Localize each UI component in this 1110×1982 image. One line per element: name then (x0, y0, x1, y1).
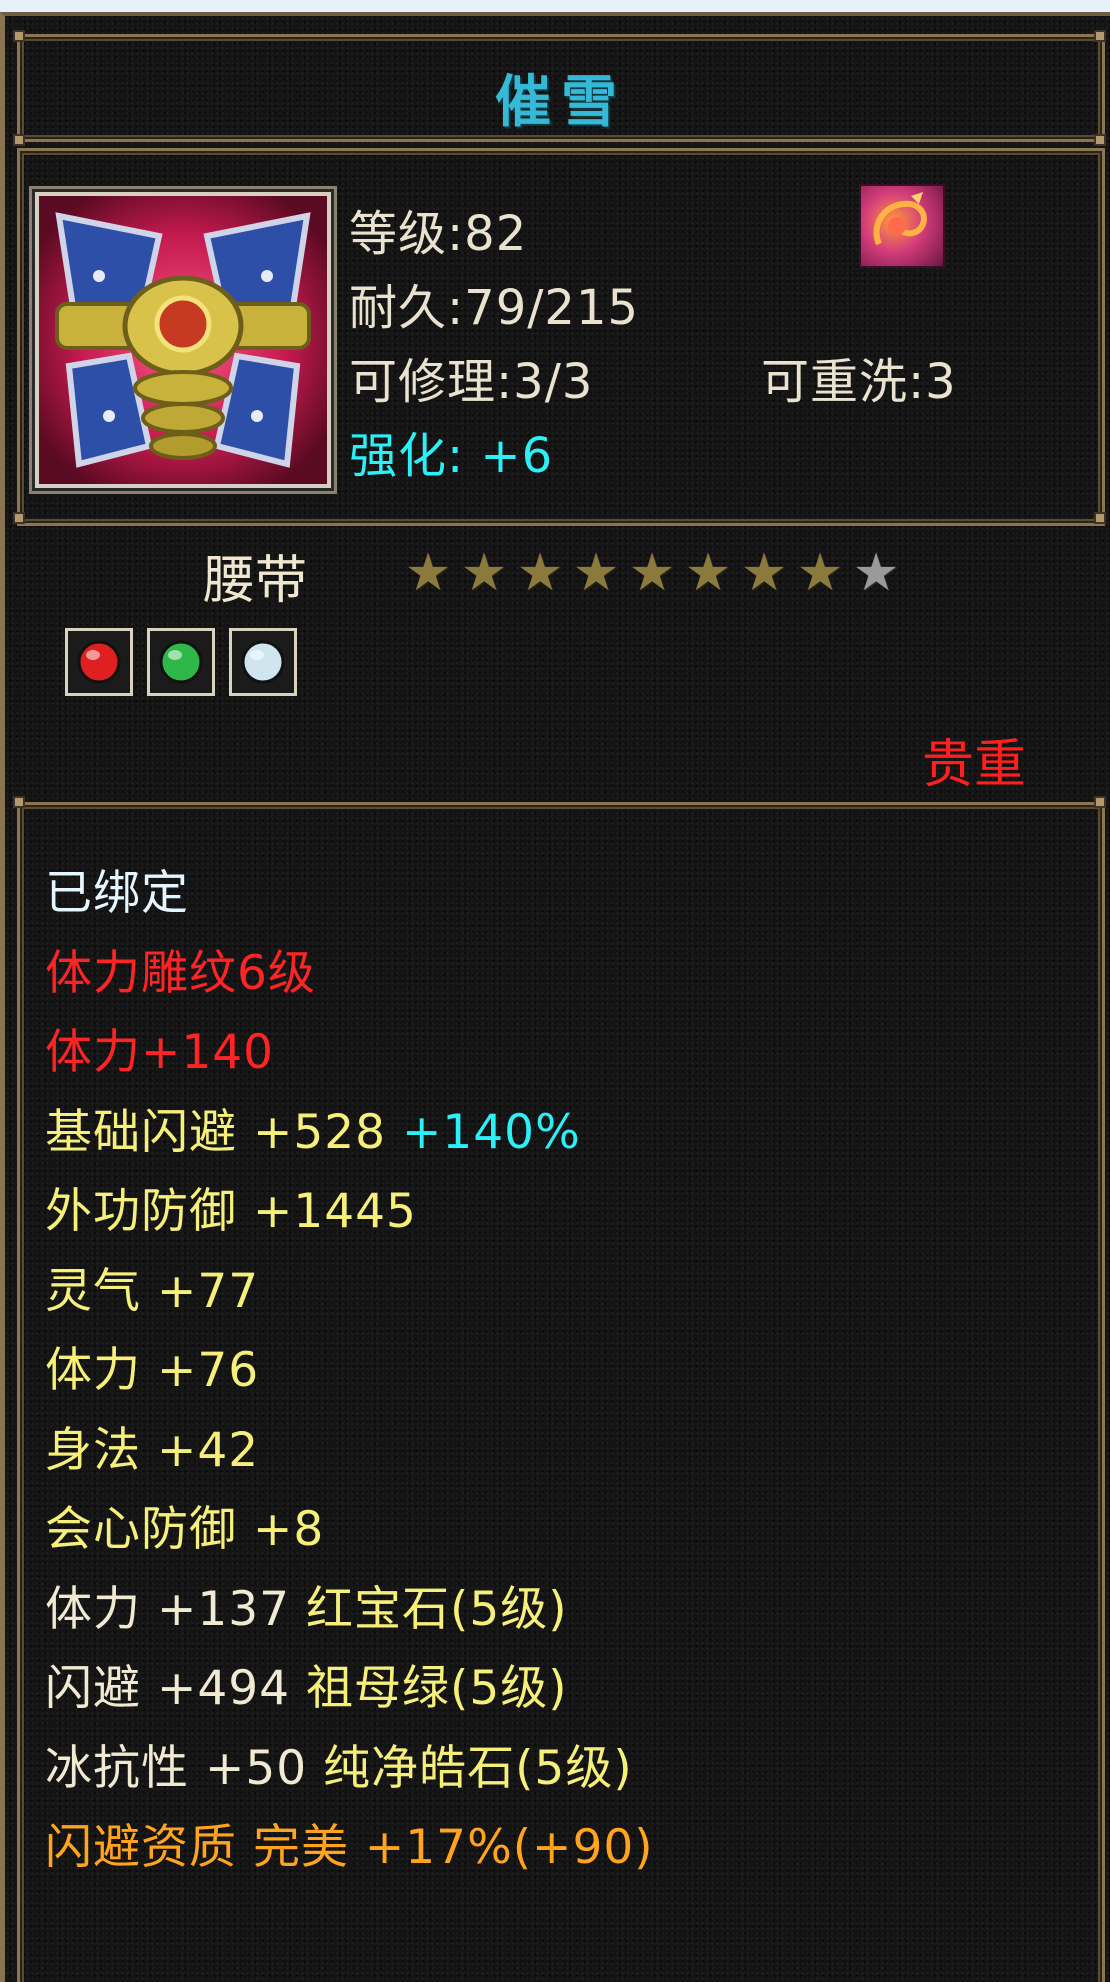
star-filled-icon: ★ (628, 543, 676, 603)
star-filled-icon: ★ (572, 543, 620, 603)
stat-text: 冰抗性 +50 (45, 1740, 324, 1796)
corner-ornament (1094, 796, 1106, 808)
stat-line: 体力 +137 红宝石(5级) (45, 1570, 654, 1650)
corner-ornament (1094, 512, 1106, 524)
stat-line: 身法 +42 (45, 1411, 654, 1491)
star-filled-icon: ★ (684, 543, 732, 603)
belt-item-icon (35, 192, 331, 488)
stat-text: 祖母绿(5级) (305, 1661, 568, 1716)
belt-icon (39, 196, 327, 484)
stat-line: 闪避资质 完美 +17%(+90) (45, 1808, 654, 1888)
stat-line: 体力+140 (45, 1013, 654, 1093)
stat-text: 灵气 +77 (45, 1263, 260, 1319)
stat-line: 已绑定 (45, 854, 654, 934)
corner-ornament (13, 134, 25, 146)
star-filled-icon: ★ (740, 543, 788, 603)
stat-line: 冰抗性 +50 纯净皓石(5级) (45, 1729, 654, 1809)
stat-text: 闪避资质 完美 +17%(+90) (45, 1820, 654, 1875)
corner-ornament (1094, 134, 1106, 146)
star-filled-icon: ★ (796, 543, 844, 603)
item-level: 等级:82 (349, 206, 528, 262)
bound-badge-icon (861, 186, 943, 266)
item-rewash-count: 可重洗:3 (761, 354, 957, 410)
item-durability: 耐久:79/215 (349, 280, 640, 336)
stat-text: 体力 +137 (45, 1581, 306, 1637)
star-rating: ★ ★ ★ ★ ★ ★ ★ ★ ★ (403, 543, 901, 603)
stat-text: +140% (401, 1104, 581, 1160)
emerald-gem-icon[interactable] (147, 628, 215, 696)
star-filled-icon: ★ (404, 543, 452, 603)
stat-line: 体力 +76 (45, 1331, 654, 1411)
star-filled-icon: ★ (460, 543, 508, 603)
item-enhance-level: 强化: +6 (349, 428, 554, 484)
stat-list: 已绑定体力雕纹6级 体力+140 基础闪避 +528 +140% 外功防御 +1445… (45, 854, 654, 1888)
stat-text: 体力雕纹6级 (45, 945, 316, 1001)
stat-text: 体力+140 (45, 1025, 275, 1080)
item-name: 催雪 (495, 70, 627, 135)
title-panel: 催雪 (17, 34, 1105, 142)
stat-line: 基础闪避 +528 +140% (45, 1093, 654, 1173)
stat-line: 体力雕纹6级 (45, 934, 654, 1014)
stat-line: 灵气 +77 (45, 1252, 654, 1332)
item-repair-count: 可修理:3/3 (349, 354, 594, 410)
gem-sockets (65, 628, 297, 696)
stat-line: 会心防御 +8 (45, 1490, 654, 1570)
corner-ornament (1094, 30, 1106, 42)
stat-text: 红宝石(5级) (305, 1581, 568, 1637)
stat-text: 已绑定 (45, 866, 189, 921)
item-type: 腰带 (203, 551, 308, 611)
ruby-gem-icon[interactable] (65, 628, 133, 696)
stat-text: 身法 +42 (45, 1422, 260, 1478)
stat-text: 外功防御 +1445 (45, 1184, 417, 1239)
star-empty-icon: ★ (852, 543, 900, 603)
stat-text: 纯净皓石(5级) (323, 1740, 633, 1796)
corner-ornament (13, 30, 25, 42)
stat-line: 外功防御 +1445 (45, 1172, 654, 1252)
stat-text: 会心防御 +8 (45, 1502, 325, 1557)
item-tooltip: 催雪 等级:82 耐久:79/215 可修理:3/3 可重洗:3 强化: +6 … (0, 12, 1110, 1982)
stat-text: 闪避 +494 (45, 1661, 306, 1716)
corner-ornament (13, 512, 25, 524)
stat-line: 闪避 +494 祖母绿(5级) (45, 1649, 654, 1729)
diamond-gem-icon[interactable] (229, 628, 297, 696)
stat-text: 基础闪避 +528 (45, 1104, 402, 1160)
star-filled-icon: ★ (516, 543, 564, 603)
item-quality: 贵重 (921, 735, 1026, 795)
stat-text: 体力 +76 (45, 1343, 260, 1398)
corner-ornament (13, 796, 25, 808)
